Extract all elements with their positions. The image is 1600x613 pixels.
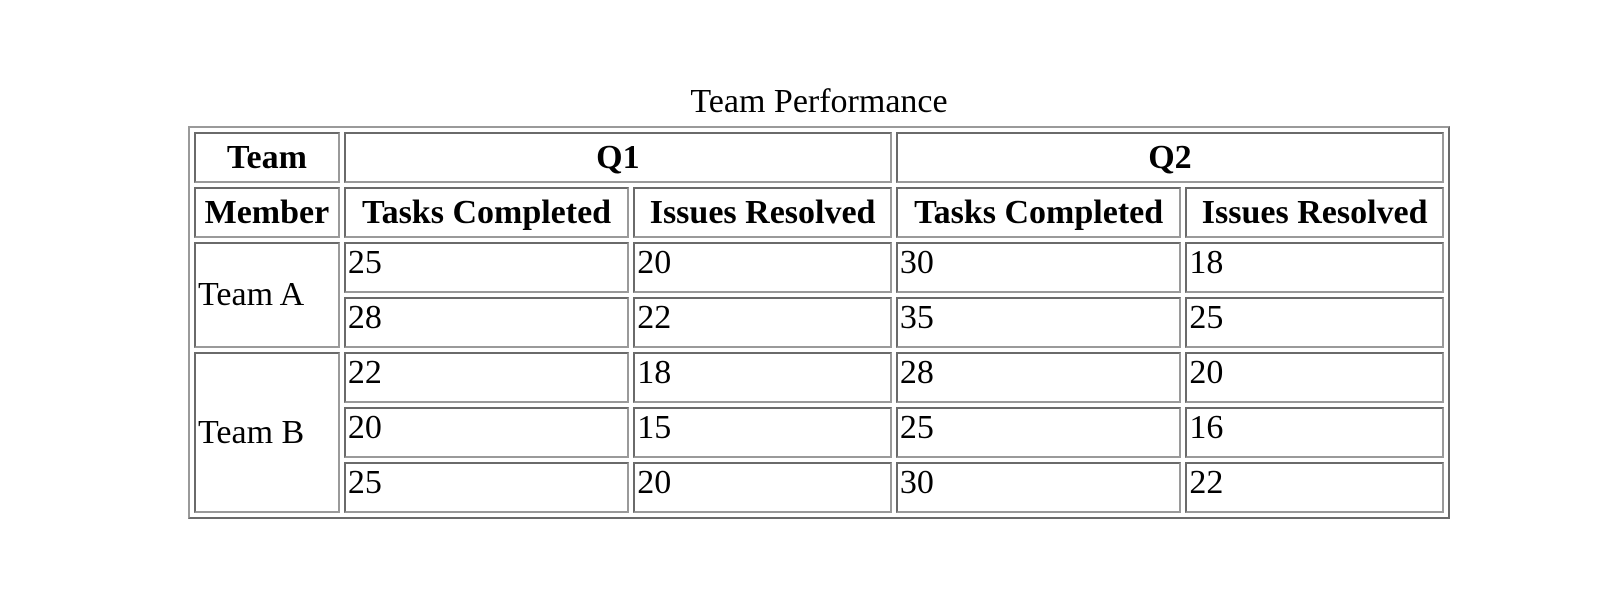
- header-q2-tasks: Tasks Completed: [895, 187, 1182, 238]
- table-cell: 22: [343, 352, 630, 403]
- table-cell: 28: [343, 297, 630, 348]
- table-cell: 25: [895, 407, 1182, 458]
- table-cell: 25: [1185, 297, 1444, 348]
- header-row-quarters: Team Q1 Q2: [194, 132, 1444, 183]
- header-q1: Q1: [343, 132, 892, 183]
- table-cell: 20: [343, 407, 630, 458]
- header-q1-tasks: Tasks Completed: [343, 187, 630, 238]
- table-cell: 18: [1185, 242, 1444, 293]
- table-row: 20 15 25 16: [194, 407, 1444, 458]
- header-member: Member: [194, 187, 340, 238]
- table-cell: 20: [633, 242, 892, 293]
- table-cell: 20: [1185, 352, 1444, 403]
- header-q2: Q2: [895, 132, 1444, 183]
- table-row: 28 22 35 25: [194, 297, 1444, 348]
- team-cell: Team A: [194, 242, 340, 348]
- table-row: 25 20 30 22: [194, 462, 1444, 513]
- table-cell: 30: [895, 242, 1182, 293]
- team-cell: Team B: [194, 352, 340, 513]
- table-cell: 18: [633, 352, 892, 403]
- header-team: Team: [194, 132, 340, 183]
- table-caption: Team Performance: [690, 83, 948, 120]
- header-q2-issues: Issues Resolved: [1185, 187, 1444, 238]
- header-q1-issues: Issues Resolved: [633, 187, 892, 238]
- header-row-metrics: Member Tasks Completed Issues Resolved T…: [194, 187, 1444, 238]
- table-cell: 25: [343, 462, 630, 513]
- table-cell: 35: [895, 297, 1182, 348]
- table-cell: 28: [895, 352, 1182, 403]
- table-cell: 25: [343, 242, 630, 293]
- table-container: Team Performance Team Q1 Q2 Member Tasks…: [188, 80, 1450, 519]
- table-cell: 15: [633, 407, 892, 458]
- table-cell: 16: [1185, 407, 1444, 458]
- table-cell: 20: [633, 462, 892, 513]
- table-row: Team A 25 20 30 18: [194, 242, 1444, 348]
- table-cell: 22: [633, 297, 892, 348]
- table-cell: 22: [1185, 462, 1444, 513]
- team-performance-table: Team Q1 Q2 Member Tasks Completed Issues…: [188, 126, 1450, 519]
- table-cell: 30: [895, 462, 1182, 513]
- table-row: Team B 22 18 28 20: [194, 352, 1444, 513]
